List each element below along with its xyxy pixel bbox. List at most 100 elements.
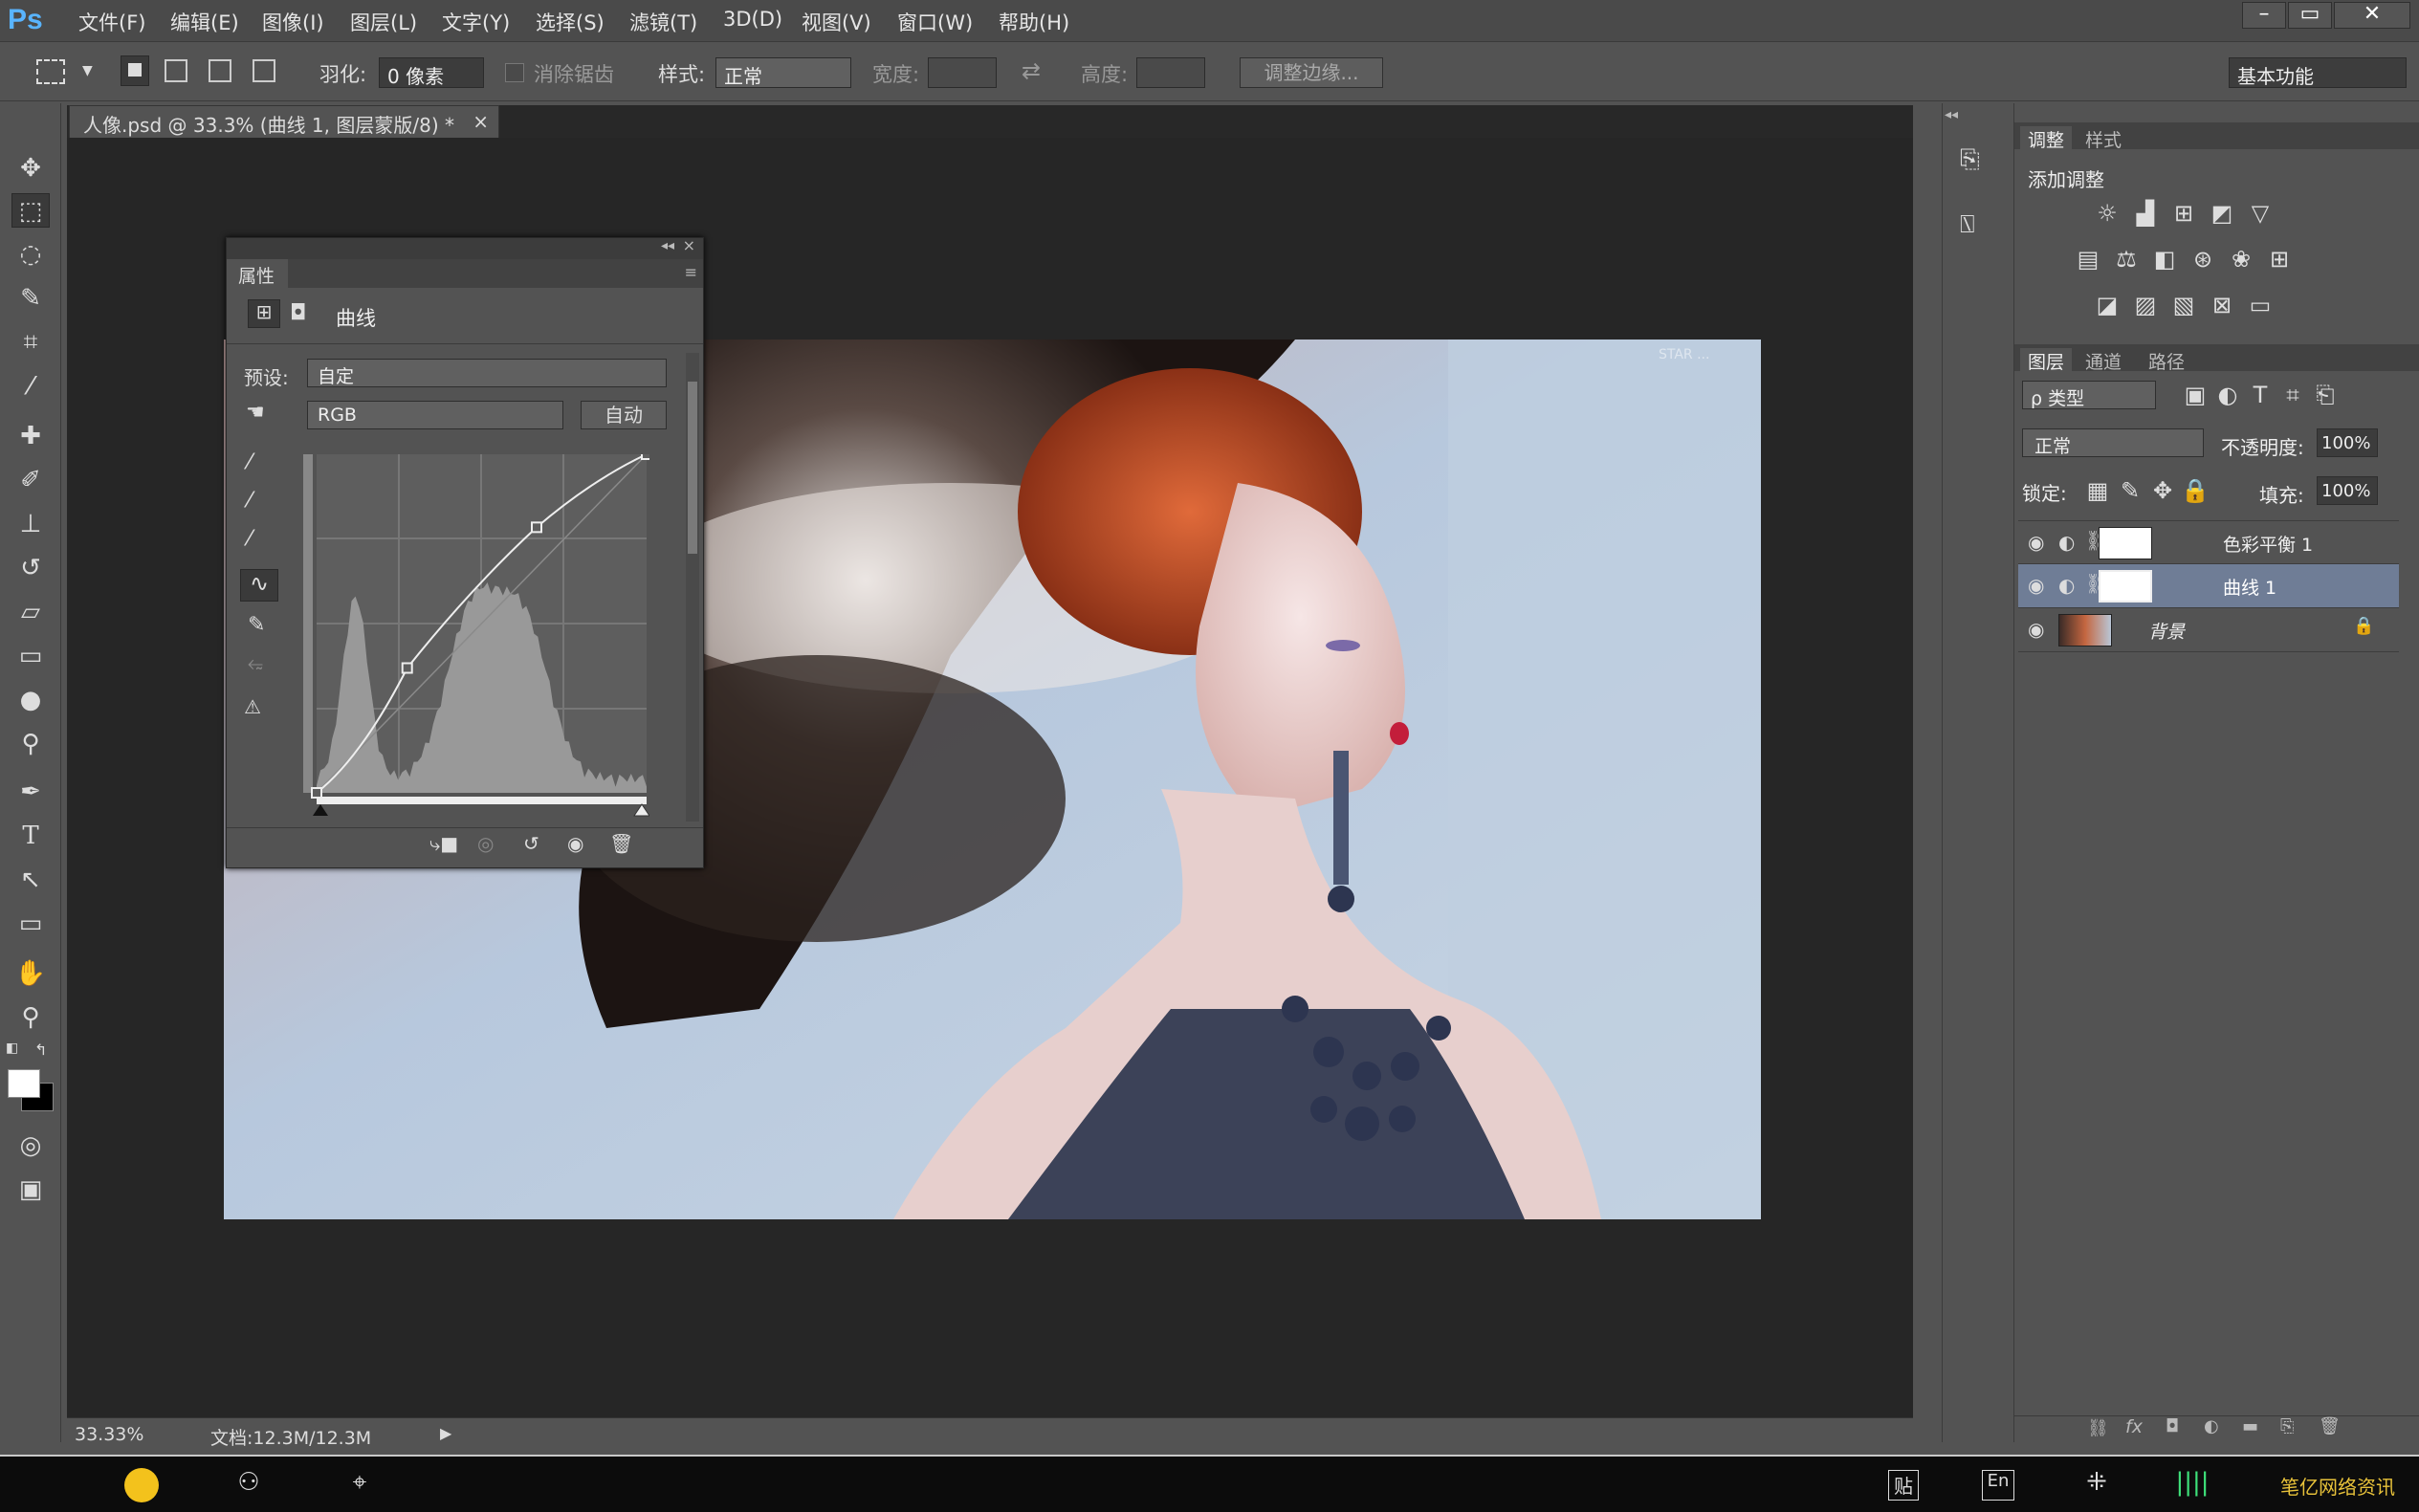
menu-view[interactable]: 视图(V): [802, 8, 871, 36]
history-panel-icon[interactable]: ⎘: [1960, 145, 1980, 175]
eye-icon[interactable]: ◉: [2028, 574, 2044, 597]
curve-control-point[interactable]: [531, 521, 542, 534]
target-adjust-icon[interactable]: ☚: [246, 401, 265, 425]
close-button[interactable]: ✕: [2334, 2, 2410, 29]
collapse-dock-icon[interactable]: ◂◂: [1945, 107, 1958, 122]
filter-pixel-icon[interactable]: ▣: [2179, 381, 2211, 409]
threshold-icon[interactable]: ▧: [2167, 291, 2200, 319]
close-tab-icon[interactable]: ×: [473, 110, 489, 133]
selective-color-icon[interactable]: ⊠: [2206, 291, 2238, 319]
channels-tab[interactable]: 通道: [2085, 348, 2122, 374]
dodge-tool-icon[interactable]: ⚲: [11, 727, 50, 761]
crop-tool-icon[interactable]: ⌗: [11, 325, 50, 360]
menu-select[interactable]: 选择(S): [536, 8, 605, 36]
panel-header[interactable]: ◂◂ ×: [227, 236, 703, 259]
lock-transparent-icon[interactable]: ▦: [2081, 476, 2114, 505]
language-indicator[interactable]: En: [1982, 1470, 2014, 1501]
lock-all-icon[interactable]: 🔒: [2179, 476, 2211, 505]
feather-input[interactable]: 0 像素: [379, 57, 484, 88]
screen-mode-icon[interactable]: ▣: [11, 1172, 50, 1207]
collapse-icon[interactable]: ◂◂: [661, 238, 674, 253]
location-icon[interactable]: ⌖: [341, 1468, 379, 1502]
filter-smart-icon[interactable]: ⎗: [2309, 381, 2342, 409]
white-point-eyedropper-icon[interactable]: ⁄: [248, 527, 252, 551]
status-circle-icon[interactable]: [124, 1468, 159, 1502]
lock-position-icon[interactable]: ✥: [2146, 476, 2179, 505]
link-layers-icon[interactable]: ⛓: [2087, 1418, 2109, 1438]
default-colors-icon[interactable]: ◧: [6, 1041, 18, 1056]
styles-tab[interactable]: 样式: [2085, 126, 2122, 152]
opacity-input[interactable]: 100%: [2317, 428, 2378, 457]
visibility-icon[interactable]: ◉: [567, 832, 583, 855]
fill-input[interactable]: 100%: [2317, 476, 2378, 505]
auto-button[interactable]: 自动: [581, 401, 667, 429]
marquee-tool-icon[interactable]: [36, 59, 65, 84]
add-selection-icon[interactable]: [165, 59, 187, 82]
invert-icon[interactable]: ◪: [2091, 291, 2123, 319]
subtract-selection-icon[interactable]: [209, 59, 231, 82]
black-white-icon[interactable]: ◧: [2148, 245, 2181, 274]
fx-icon[interactable]: fx: [2125, 1416, 2143, 1437]
zoom-level[interactable]: 33.33%: [75, 1424, 143, 1445]
properties-scrollbar[interactable]: [686, 353, 699, 822]
menu-filter[interactable]: 滤镜(T): [629, 8, 697, 36]
layer-row[interactable]: ◉ 背景 🔒: [2018, 608, 2399, 652]
path-select-icon[interactable]: ↖: [11, 863, 50, 897]
layer-row-selected[interactable]: ◉ ◐ ⛓ 曲线 1: [2018, 564, 2399, 608]
blur-tool-icon[interactable]: ●: [11, 683, 50, 717]
curve-points-icon[interactable]: ∿: [240, 569, 278, 602]
layers-tab[interactable]: 图层: [2020, 348, 2073, 374]
refine-edge-button[interactable]: 调整边缘...: [1240, 57, 1383, 88]
network-icon[interactable]: ||||: [2173, 1468, 2211, 1502]
clip-to-layer-icon[interactable]: ⤷■: [429, 832, 458, 855]
photo-filter-icon[interactable]: ⊛: [2187, 245, 2219, 274]
reset-icon[interactable]: ↺: [523, 832, 539, 855]
eyedropper-tool-icon[interactable]: ⁄: [11, 369, 50, 404]
layer-mask-thumbnail[interactable]: [2099, 570, 2152, 603]
hue-saturation-icon[interactable]: ▤: [2072, 245, 2104, 274]
filter-type-icon[interactable]: T: [2244, 381, 2276, 409]
menu-type[interactable]: 文字(Y): [442, 8, 510, 36]
curves-graph[interactable]: [303, 454, 649, 818]
swap-icon[interactable]: ⇄: [1022, 57, 1041, 84]
brush-panel-icon[interactable]: ⍂: [1960, 210, 1975, 240]
type-tool-icon[interactable]: T: [11, 819, 50, 853]
menu-file[interactable]: 文件(F): [78, 8, 145, 36]
channel-mixer-icon[interactable]: ❀: [2225, 245, 2257, 274]
healing-brush-icon[interactable]: ✚: [11, 419, 50, 453]
channel-select[interactable]: RGB: [307, 401, 563, 429]
height-input[interactable]: [1136, 57, 1205, 88]
layer-filter-select[interactable]: ρ 类型: [2022, 381, 2156, 409]
paths-tab[interactable]: 路径: [2148, 348, 2185, 374]
curve-control-point[interactable]: [401, 662, 413, 674]
style-select[interactable]: 正常: [715, 57, 851, 88]
close-panel-icon[interactable]: ×: [683, 236, 695, 254]
new-adjustment-icon[interactable]: ◐: [2204, 1416, 2219, 1436]
blend-mode-select[interactable]: 正常: [2022, 428, 2204, 457]
vibrance-icon[interactable]: ▽: [2244, 199, 2276, 228]
preset-select[interactable]: 自定: [307, 359, 667, 387]
lock-pixels-icon[interactable]: ✎: [2114, 476, 2146, 505]
quick-mask-icon[interactable]: ◎: [11, 1129, 50, 1163]
gray-point-eyedropper-icon[interactable]: ⁄: [248, 489, 252, 513]
menu-edit[interactable]: 编辑(E): [170, 8, 239, 36]
new-group-icon[interactable]: ▬: [2242, 1416, 2258, 1436]
eye-icon[interactable]: ◉: [2028, 618, 2044, 641]
levels-icon[interactable]: ▟: [2129, 199, 2162, 228]
brush-tool-icon[interactable]: ✐: [11, 463, 50, 497]
history-brush-icon[interactable]: ↺: [11, 551, 50, 585]
smooth-curve-icon[interactable]: ⥳: [248, 651, 263, 674]
color-balance-icon[interactable]: ⚖: [2110, 245, 2143, 274]
eraser-tool-icon[interactable]: ▱: [11, 595, 50, 629]
menu-3d[interactable]: 3D(D): [723, 8, 782, 31]
add-user-icon[interactable]: ⚇: [230, 1468, 268, 1502]
menu-image[interactable]: 图像(I): [262, 8, 324, 36]
quick-select-icon[interactable]: ✎: [11, 281, 50, 316]
background-layer-thumbnail[interactable]: [2058, 614, 2112, 646]
move-tool-icon[interactable]: ✥: [11, 151, 50, 186]
marquee-tool-icon[interactable]: ⬚: [11, 193, 50, 228]
hand-tool-icon[interactable]: ✋: [11, 956, 50, 991]
lasso-tool-icon[interactable]: ◌: [11, 237, 50, 272]
view-previous-icon[interactable]: ◎: [477, 832, 494, 855]
pencil-draw-icon[interactable]: ✎: [248, 613, 265, 637]
